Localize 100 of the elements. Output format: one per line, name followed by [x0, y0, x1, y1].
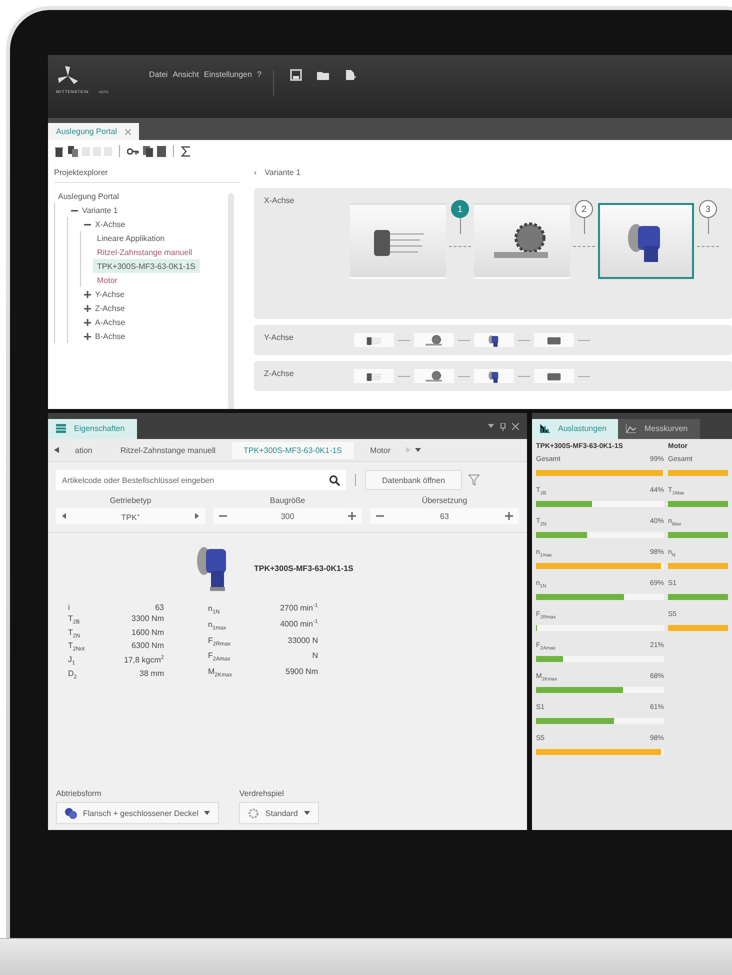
dropdown-icon — [204, 810, 210, 816]
collapse-arrow[interactable]: ‹ — [254, 168, 257, 176]
rack-and-pinion-icon — [425, 368, 443, 384]
search-icon — [329, 474, 340, 486]
component-tab[interactable]: Motor — [358, 442, 402, 458]
component-tab[interactable]: Ritzel-Zahnstange manuell — [108, 442, 228, 458]
menu-item[interactable]: ? — [256, 70, 262, 96]
panel-title: Projektexplorer — [54, 168, 108, 176]
new-document-icon — [344, 69, 356, 81]
component-tile[interactable] — [354, 369, 394, 383]
menu-item[interactable]: Einstellungen — [204, 70, 252, 96]
component-tab[interactable]: TPK+300S-MF3-63-0K1-1S — [232, 442, 354, 458]
component-tile[interactable] — [414, 369, 454, 383]
document-tab[interactable]: Auslegung Portal — [48, 123, 139, 140]
tree-item[interactable]: Auslegung Portal — [54, 189, 123, 203]
component-tab[interactable]: ation — [63, 442, 104, 458]
spec-value: 2700 min$^{-1}$ — [279, 603, 319, 613]
panel-tab[interactable]: Messkurven — [618, 419, 700, 439]
tree-item[interactable]: Y-Achse — [80, 287, 128, 301]
component-tile[interactable] — [474, 203, 570, 279]
pin-icon — [500, 423, 506, 431]
component-tile[interactable] — [414, 333, 454, 347]
stepper-label: Getriebetyp — [110, 496, 152, 505]
step-pin[interactable]: 3 — [699, 200, 717, 218]
panel-tab[interactable]: Auslastungen — [532, 419, 618, 439]
component-tile[interactable] — [534, 369, 574, 383]
spec-value: 17,8 kgcm$^{2}$ — [122, 654, 165, 664]
expand-icon — [84, 318, 91, 326]
menu-item[interactable]: Datei — [149, 70, 168, 96]
component-tile[interactable] — [474, 369, 514, 383]
variant-title: Variante 1 — [264, 168, 301, 176]
component-tile[interactable] — [598, 203, 694, 279]
previous-icon — [62, 513, 66, 519]
filter-icon — [468, 474, 480, 486]
tree-item[interactable]: Z-Achse — [80, 301, 129, 315]
rack-and-pinion-icon — [425, 332, 443, 348]
tree-item[interactable]: X-Achse — [80, 217, 130, 231]
component-tile[interactable] — [350, 203, 446, 279]
stepper-field[interactable]: TPK⁺ — [56, 508, 205, 524]
bar-chart-icon — [540, 424, 550, 433]
spec-label: n$_{1max}$ — [208, 620, 228, 632]
tree-item[interactable]: Lineare Applikation — [93, 231, 169, 245]
save-icon — [290, 69, 302, 81]
tree-item[interactable]: Motor — [93, 273, 122, 287]
scrollbar[interactable] — [228, 193, 234, 409]
step-pin[interactable]: 2 — [575, 200, 593, 218]
line-chart-icon — [626, 424, 636, 433]
flange-icon — [65, 807, 77, 819]
database-button[interactable]: Datenbank öffnen — [365, 470, 462, 490]
spec-label: T$_{2N}$ — [68, 628, 82, 640]
spec-value: 33000 N — [286, 636, 319, 645]
spec-label: i — [68, 603, 71, 612]
expand-icon — [84, 304, 91, 312]
tree-item[interactable]: A-Achse — [80, 315, 130, 329]
tree-item[interactable]: B-Achse — [80, 329, 130, 343]
component-tile[interactable] — [474, 333, 514, 347]
next-icon — [195, 513, 199, 519]
dropdown-label: Abtriebsform — [56, 789, 102, 798]
spec-value: 1600 Nm — [130, 628, 165, 637]
dropdown-icon — [488, 423, 494, 429]
dropdown-icon — [304, 810, 310, 816]
search-field[interactable]: Artikelcode oder Bestellschlüssel eingeben — [56, 470, 346, 490]
dropdown[interactable]: Flansch + geschlossener Deckel — [56, 802, 220, 824]
dropdown[interactable]: Standard — [239, 802, 319, 824]
spec-value: 4000 min$^{-1}$ — [279, 619, 319, 629]
axis-label: Z-Achse — [264, 369, 295, 380]
spec-label: T$_{2B}$ — [68, 614, 81, 626]
tree-item[interactable]: Ritzel-Zahnstange manuell — [93, 245, 196, 259]
tab-label: Auslegung Portal — [56, 127, 117, 136]
spec-value: 5900 Nm — [284, 666, 319, 676]
spec-value: 6300 Nm — [130, 641, 165, 650]
document-icon — [157, 146, 166, 156]
close-icon — [512, 423, 519, 430]
faded-tools-icon — [82, 146, 112, 156]
open-folder-icon — [316, 69, 330, 81]
copy-icon — [68, 146, 78, 156]
gear-icon — [248, 808, 260, 818]
plus-icon — [505, 512, 513, 520]
axis-label: X-Achse — [264, 196, 296, 205]
tree-item[interactable]: TPK+300S-MF3-63-0K1-1S — [93, 259, 200, 273]
stepper-field[interactable]: 63 — [370, 508, 519, 524]
spec-label: n$_{1N}$ — [208, 604, 221, 616]
propeller-logo-icon — [56, 65, 80, 87]
panel-tab[interactable]: Eigenschaften — [48, 419, 137, 439]
menu-item[interactable]: Ansicht — [172, 70, 199, 96]
stepper-label: Baugröße — [270, 496, 306, 505]
spec-label: T$_{2Not}$ — [68, 641, 86, 653]
component-tile[interactable] — [534, 333, 574, 347]
component-tile[interactable] — [354, 333, 394, 347]
tree-item[interactable]: Variante 1 — [67, 203, 122, 217]
dropdown-label: Verdrehspiel — [239, 789, 285, 798]
spec-label: F$_{2Amax}$ — [208, 651, 232, 663]
expand-icon — [84, 332, 91, 340]
spec-value: 38 mm — [138, 669, 165, 678]
step-pin[interactable]: 1 — [451, 200, 469, 218]
plus-icon — [348, 512, 356, 520]
spec-label: D$_{2}$ — [68, 669, 78, 681]
table-icon — [56, 424, 66, 433]
stepper-field[interactable]: 300 — [213, 508, 362, 524]
expand-icon — [84, 290, 91, 298]
